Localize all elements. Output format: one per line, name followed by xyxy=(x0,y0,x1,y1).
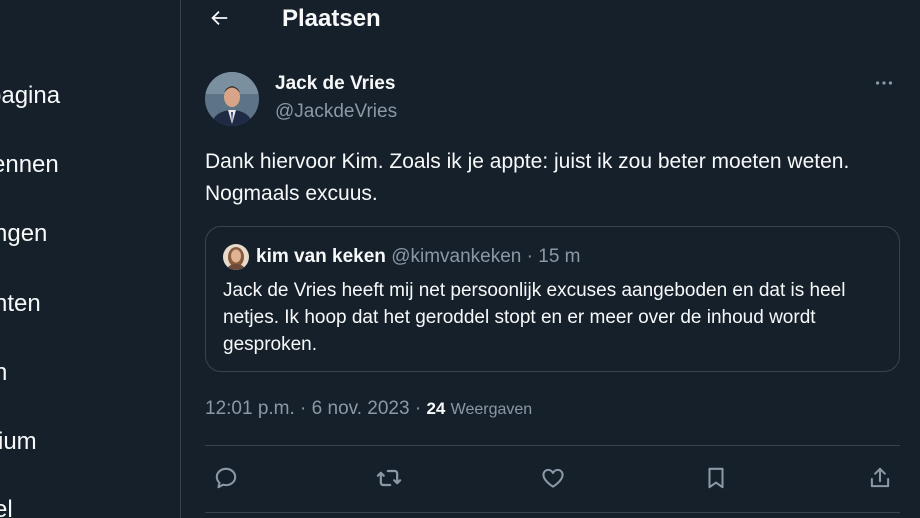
divider xyxy=(205,445,900,446)
bookmark-button[interactable] xyxy=(696,458,736,498)
quote-time: 15 m xyxy=(538,246,581,267)
quote-separator: · xyxy=(521,246,539,267)
share-icon xyxy=(867,465,893,491)
reply-button[interactable] xyxy=(206,458,246,498)
share-button[interactable] xyxy=(860,458,900,498)
retweet-icon xyxy=(375,464,403,492)
divider-bottom xyxy=(205,512,900,513)
retweet-button[interactable] xyxy=(369,458,409,498)
tweet-text: Dank hiervoor Kim. Zoals ik je appte: ju… xyxy=(205,150,850,205)
tweet-meta: 12:01 p.m. · 6 nov. 2023 · 24 Weergaven xyxy=(205,398,532,420)
arrow-left-icon xyxy=(208,7,230,29)
quote-text: Jack de Vries heeft mij net persoonlijk … xyxy=(223,280,846,355)
quote-author-name: kim van keken xyxy=(256,246,386,267)
author-handle[interactable]: @JackdeVries xyxy=(275,101,397,123)
sidebar: pagina ennen ngen hten n ium el xyxy=(0,0,181,518)
avatar[interactable] xyxy=(205,72,259,126)
quote-header: kim van keken @kimvankeken · 15 m xyxy=(256,246,581,268)
back-button[interactable] xyxy=(205,4,233,32)
sidebar-item-homepage[interactable]: pagina xyxy=(0,82,60,110)
sidebar-item-messages[interactable]: hten xyxy=(0,290,41,318)
quote-author-handle: @kimvankeken xyxy=(391,246,522,267)
sidebar-item-premium[interactable]: ium xyxy=(0,428,37,456)
top-bar: Plaatsen xyxy=(181,0,920,40)
like-button[interactable] xyxy=(533,458,573,498)
quote-avatar xyxy=(223,244,249,270)
sidebar-item-explore[interactable]: ennen xyxy=(0,151,59,179)
sidebar-item-notifications[interactable]: ngen xyxy=(0,220,47,248)
bookmark-icon xyxy=(703,465,729,491)
more-horizontal-icon xyxy=(873,72,895,94)
reply-icon xyxy=(213,465,239,491)
author-name[interactable]: Jack de Vries xyxy=(275,73,395,95)
tweet-timestamp[interactable]: 12:01 p.m. · 6 nov. 2023 · xyxy=(205,398,426,419)
more-options-button[interactable] xyxy=(873,72,895,94)
sidebar-item-lists[interactable]: n xyxy=(0,359,7,387)
views-count: 24 xyxy=(426,399,446,418)
like-icon xyxy=(540,465,566,491)
main-column: Plaatsen Jack de Vries @JackdeVries Dank… xyxy=(181,0,920,518)
quoted-tweet[interactable]: kim van keken @kimvankeken · 15 m Jack d… xyxy=(205,226,900,372)
views-label: Weergaven xyxy=(450,401,533,418)
sidebar-item-profile[interactable]: el xyxy=(0,496,13,518)
page-title: Plaatsen xyxy=(282,5,381,32)
